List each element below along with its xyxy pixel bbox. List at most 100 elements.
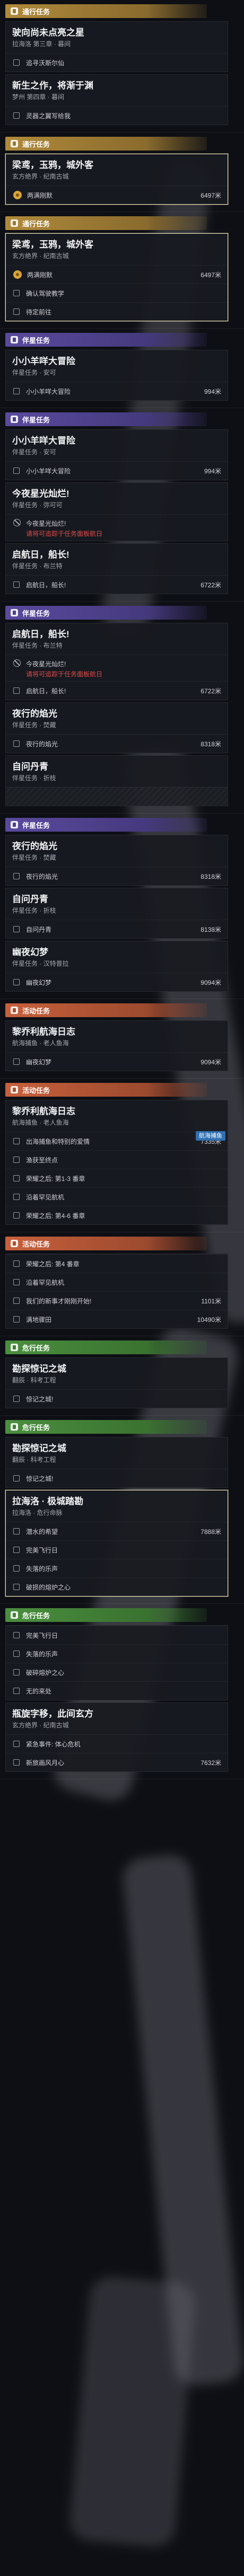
event-quest-header[interactable]: 活动任务 (5, 1237, 207, 1250)
task-text: 无的来处 (26, 1687, 52, 1695)
quest-task-row[interactable]: 紧急事件: 体心危机 (6, 1734, 228, 1753)
quest-card[interactable]: 小小羊咩大冒险 伴星任务 · 安可 小小羊咩大冒险 994米 (5, 429, 228, 480)
quest-task-row[interactable]: 沿着罕见航机 (6, 1187, 228, 1206)
checkbox-icon (13, 1528, 20, 1534)
quest-task-row[interactable]: 失落的乐声 (6, 1644, 228, 1663)
scroll-icon (11, 609, 18, 616)
quest-task-row[interactable]: 启航日，船长! 6722米 (6, 575, 228, 594)
quest-header: 今夜星光灿烂! 伴星任务 · 弥可可 (6, 483, 228, 514)
quest-title: 勘探惊记之城 (12, 1364, 66, 1374)
task-text: 小小羊咩大冒险 (26, 387, 71, 395)
quest-card[interactable]: 勘探惊记之城 翻辰 · 科考工程 惊记之城! (5, 1357, 228, 1408)
quest-card[interactable]: 荣耀之后: 第4 番章 沿着罕见航机 我们的新事才刚刚开始! 1101米 满地骤田 104… (5, 1254, 228, 1329)
quest-task-row[interactable]: 荣耀之后: 第4 番章 (6, 1254, 228, 1273)
quest-panel-frame: 通行任务梁鸢，玉鸦，城外客 玄方绝界 · 纪南古城 两满刚默 6497米 (0, 133, 244, 212)
quest-task-row[interactable]: 荣耀之后: 第4-6 番章 (6, 1206, 228, 1224)
danger-quest-header[interactable]: 危行任务 (5, 1420, 207, 1434)
quest-subtitle: 伴星任务 · 安可 (12, 369, 56, 376)
quest-header: 启航日，船长! 伴星任务 · 布兰特 (6, 544, 228, 575)
quest-header: 新生之作，将渐于渊 梦州 第四章 · 暮间 (6, 75, 228, 106)
quest-task-row[interactable]: 完美飞行日 (6, 1540, 228, 1559)
quest-task-row[interactable]: 两满刚默 6497米 (6, 186, 228, 204)
quest-task-row[interactable]: 确认驾驶教学 (6, 284, 228, 302)
quest-card[interactable]: 驶向尚未点亮之星 拉海洛 第三章 · 暮间 追寻沃斯尔仙 (5, 21, 228, 72)
companion-quest-header[interactable]: 伴星任务 (5, 333, 207, 347)
quest-task-row[interactable]: 灵器之翼写给我 (6, 106, 228, 125)
quest-card[interactable]: 黎乔利航海日志 航海捕鱼 · 老人鱼海 航海捕鱼 出海捕鱼和特别的爱情 7335米 渔获至… (5, 1100, 228, 1225)
quest-task-row[interactable]: 幽夜幻梦 9094米 (6, 973, 228, 991)
quest-task-row[interactable]: 自问丹青 8138米 (6, 920, 228, 938)
task-distance: 6497米 (201, 271, 221, 279)
quest-card[interactable]: 夜行的焰光 伴星任务 · 焚藏 夜行的焰光 8318米 (5, 702, 228, 753)
quest-task-row[interactable]: 待定前往 (6, 302, 228, 321)
task-text: 小小羊咩大冒险 (26, 467, 71, 475)
quest-card-tracked[interactable]: 梁鸢，玉鸦，城外客 玄方绝界 · 纪南古城 两满刚默 6497米 确认驾驶教学 待定前往 (5, 233, 228, 321)
quest-task-row[interactable]: 我们的新事才刚刚开始! 1101米 (6, 1291, 228, 1310)
quest-task-row[interactable]: 新旅画风月心 7632米 (6, 1753, 228, 1771)
quest-subtitle: 梦州 第四章 · 暮间 (12, 93, 64, 101)
quest-card[interactable]: 瓶旋字移，此间玄方 玄方绝界 · 纪南古城 紧急事件: 体心危机 新旅画风月心 7632… (5, 1702, 228, 1772)
task-text: 紧急事件: 体心危机 (26, 1740, 81, 1748)
quest-card[interactable]: 夜行的焰光 伴星任务 · 焚藏 夜行的焰光 8318米 (5, 835, 228, 886)
quest-card[interactable]: 黎乔利航海日志 航海捕鱼 · 老人鱼海 幽夜幻梦 9094米 (5, 1020, 228, 1071)
event-quest-header[interactable]: 活动任务 (5, 1003, 207, 1017)
common-quest-header[interactable]: 通行任务 (5, 137, 207, 151)
quest-task-row[interactable]: 无的来处 (6, 1681, 228, 1700)
quest-task-row[interactable]: 失落的乐声 (6, 1559, 228, 1577)
quest-task-row[interactable]: 追寻沃斯尔仙 (6, 53, 228, 72)
quest-task-row[interactable]: 沿着罕见航机 (6, 1273, 228, 1291)
quest-card[interactable]: 启航日，船长! 伴星任务 · 布兰特 今夜星光灿烂! 请将可追踪于任务面板航日 启航日，… (5, 623, 228, 700)
quest-card[interactable]: 完美飞行日 失落的乐声 破碎熔炉之心无的来处 (5, 1625, 228, 1700)
quest-header: 夜行的焰光 伴星任务 · 焚藏 (6, 835, 228, 867)
quest-task-row[interactable]: 破碎熔炉之心 (6, 1663, 228, 1681)
quest-subtitle: 航海捕鱼 · 老人鱼海 (12, 1039, 69, 1047)
quest-task-row[interactable]: 满地骤田 10490米 (6, 1310, 228, 1328)
quest-task-row[interactable]: 小小羊咩大冒险 994米 (6, 382, 228, 400)
quest-panel-frame: 活动任务荣耀之后: 第4 番章 沿着罕见航机 我们的新事才刚刚开始! 1101米 满地骤… (0, 1232, 244, 1336)
companion-quest-header[interactable]: 伴星任务 (5, 818, 207, 832)
quest-subtitle: 伴星任务 · 布兰特 (12, 562, 63, 570)
quest-task-row[interactable]: 潜水的希望 7888米 (6, 1522, 228, 1540)
quest-card-tracked[interactable]: 梁鸢，玉鸦，城外客 玄方绝界 · 纪南古城 两满刚默 6497米 (5, 154, 228, 205)
section-label: 活动任务 (22, 1007, 50, 1015)
quest-task-row[interactable]: 出海捕鱼和特别的爱情 7335米 (6, 1132, 228, 1150)
quest-task-row[interactable]: 今夜星光灿烂! 请将可追踪于任务面板航日 (6, 514, 228, 541)
quest-card[interactable]: 自问丹青 伴星任务 · 折枝 自问丹青 8138米 (5, 888, 228, 939)
quest-subtitle: 玄方绝界 · 纪南古城 (12, 1722, 69, 1729)
quest-task-row[interactable]: 破损的熔炉之心 (6, 1577, 228, 1596)
quest-task-row[interactable]: 夜行的焰光 8318米 (6, 867, 228, 885)
checkbox-icon (13, 1194, 20, 1200)
quest-task-row[interactable]: 小小羊咩大冒险 994米 (6, 461, 228, 480)
quest-task-row[interactable]: 惊记之城! (6, 1469, 228, 1487)
common-quest-header[interactable]: 通行任务 (5, 216, 207, 230)
quest-task-row[interactable]: 夜行的焰光 8318米 (6, 734, 228, 753)
quest-task-row[interactable]: 渔获至终点 (6, 1150, 228, 1169)
danger-quest-header[interactable]: 危行任务 (5, 1608, 207, 1622)
quest-card[interactable]: 小小羊咩大冒险 伴星任务 · 安可小小羊咩大冒险 994米 (5, 350, 228, 401)
quest-card[interactable]: 幽夜幻梦 伴星任务 · 汉特普拉 幽夜幻梦 9094米 (5, 941, 228, 992)
checkbox-icon (13, 1316, 20, 1322)
quest-task-row[interactable]: 今夜星光灿烂! 请将可追踪于任务面板航日 (6, 655, 228, 681)
section-label: 伴星任务 (22, 609, 50, 617)
danger-quest-header[interactable]: 危行任务 (5, 1340, 207, 1354)
quest-card[interactable]: 启航日，船长! 伴星任务 · 布兰特 启航日，船长! 6722米 (5, 543, 228, 594)
quest-task-row[interactable]: 启航日，船长! 6722米 (6, 681, 228, 700)
quest-task-row[interactable]: 惊记之城! (6, 1389, 228, 1408)
section-label: 伴星任务 (22, 336, 50, 345)
common-quest-header[interactable]: 通行任务 (5, 4, 207, 18)
quest-card[interactable]: 自问丹青 伴星任务 · 折枝 (5, 755, 228, 806)
task-distance: 8138米 (201, 925, 221, 933)
quest-card[interactable]: 勘探惊记之城 翻辰 · 科考工程 惊记之城! (5, 1437, 228, 1488)
quest-card[interactable]: 今夜星光灿烂! 伴星任务 · 弥可可 今夜星光灿烂! 请将可追踪于任务面板航日 (5, 482, 228, 541)
event-quest-header[interactable]: 活动任务 (5, 1083, 207, 1097)
quest-task-row[interactable]: 荣耀之后: 第1-3 番章 (6, 1169, 228, 1187)
quest-task-row[interactable]: 两满刚默 6497米 (6, 265, 228, 284)
companion-quest-header[interactable]: 伴星任务 (5, 606, 207, 620)
quest-card-tracked[interactable]: 拉海洛 · 极城踏勘 拉海洛 · 危行命脉 潜水的希望 7888米 完美飞行日 失落的乐声… (5, 1490, 228, 1596)
quest-card[interactable]: 新生之作，将渐于渊 梦州 第四章 · 暮间 灵器之翼写给我 (5, 74, 228, 125)
quest-title: 今夜星光灿烂! (12, 489, 69, 499)
companion-quest-header[interactable]: 伴星任务 (5, 412, 207, 426)
quest-task-row[interactable]: 完美飞行日 (6, 1626, 228, 1644)
scroll-icon (11, 1423, 18, 1431)
quest-task-row[interactable]: 幽夜幻梦 9094米 (6, 1052, 228, 1071)
